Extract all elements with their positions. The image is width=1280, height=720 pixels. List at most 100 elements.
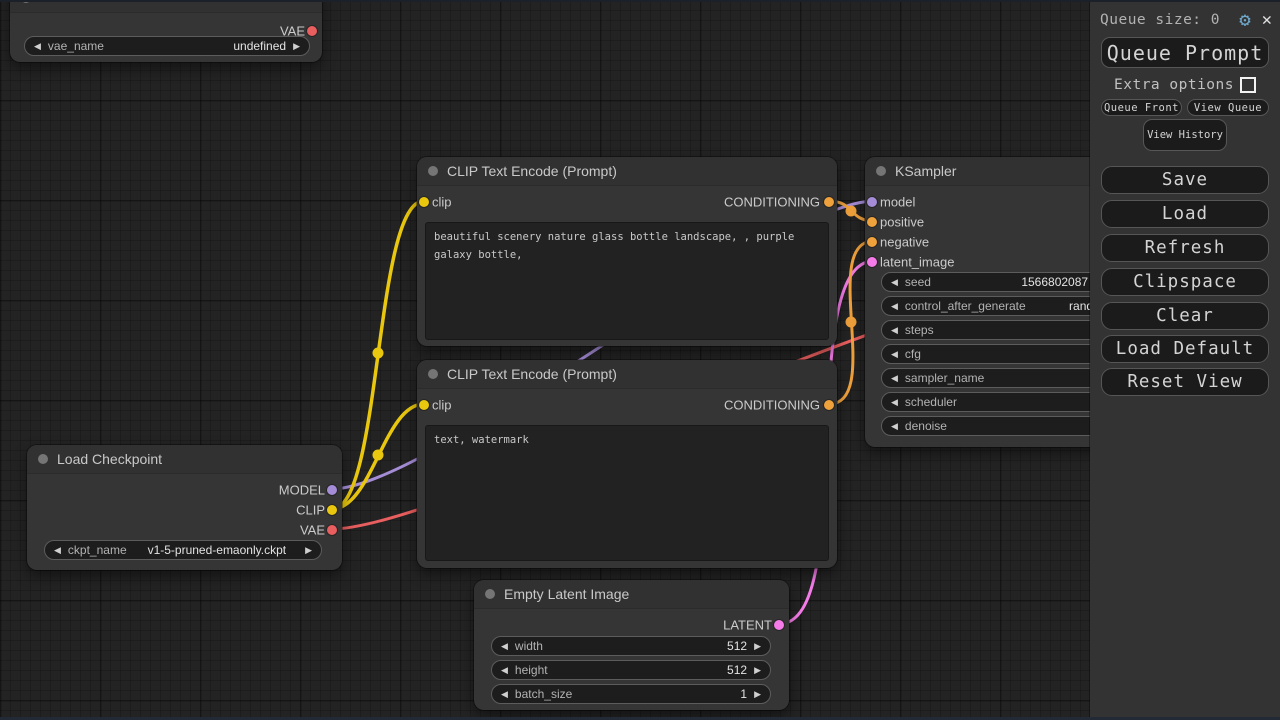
widget-value: 512 [727,639,747,653]
load-default-button[interactable]: Load Default [1101,335,1269,363]
node-header[interactable]: CLIP Text Encode (Prompt) [417,157,837,186]
input-slot-latent-image-icon[interactable] [867,257,877,267]
output-slot-vae-icon[interactable] [327,525,337,535]
queue-menu-panel: Queue size: 0 ⚙ ✕ Queue Prompt Extra opt… [1090,0,1280,720]
widget-label: cfg [905,347,921,361]
clear-button[interactable]: Clear [1101,302,1269,330]
reset-view-button[interactable]: Reset View [1101,368,1269,396]
increment-arrow-icon[interactable]: ▶ [754,666,761,675]
prompt-textarea[interactable]: beautiful scenery nature glass bottle la… [425,222,829,340]
node-title: Load Checkpoint [57,451,162,467]
view-history-button[interactable]: View History [1143,119,1227,151]
decrement-arrow-icon[interactable]: ◀ [891,326,898,335]
widget-label: denoise [905,419,947,433]
node-load-vae[interactable]: VAE ◀ vae_name undefined ▶ [10,0,322,62]
output-slot-conditioning-icon[interactable] [824,197,834,207]
input-slot-label: model [880,195,915,210]
node-title: Empty Latent Image [504,586,629,602]
collapse-dot-icon[interactable] [428,369,438,379]
output-slot-label: CLIP [296,503,325,518]
widget-label: steps [905,323,934,337]
output-slot-model-icon[interactable] [327,485,337,495]
output-slot-clip-icon[interactable] [327,505,337,515]
decrement-arrow-icon[interactable]: ◀ [891,278,898,287]
increment-arrow-icon[interactable]: ▶ [293,42,300,51]
node-header[interactable]: CLIP Text Encode (Prompt) [417,360,837,389]
settings-gear-icon[interactable]: ⚙ [1239,11,1250,30]
decrement-arrow-icon[interactable]: ◀ [891,398,898,407]
node-title: CLIP Text Encode (Prompt) [447,163,617,179]
widget-value: 512 [727,663,747,677]
node-empty-latent-image[interactable]: Empty Latent Image LATENT ◀ width 512 ▶ … [474,580,789,710]
queue-size-label: Queue size: 0 [1100,12,1220,28]
extra-options-label: Extra options [1114,77,1234,93]
node-clip-text-encode-positive[interactable]: CLIP Text Encode (Prompt) clip CONDITION… [417,157,837,346]
prompt-textarea[interactable]: text, watermark [425,425,829,561]
decrement-arrow-icon[interactable]: ◀ [34,42,41,51]
decrement-arrow-icon[interactable]: ◀ [891,422,898,431]
decrement-arrow-icon[interactable]: ◀ [891,350,898,359]
increment-arrow-icon[interactable]: ▶ [305,546,312,555]
queue-prompt-button[interactable]: Queue Prompt [1101,37,1269,68]
decrement-arrow-icon[interactable]: ◀ [501,690,508,699]
widget-value: 1 [740,687,747,701]
output-slot-label: MODEL [279,483,325,498]
queue-size-value: 0 [1211,12,1220,28]
load-button[interactable]: Load [1101,200,1269,228]
batch-size-widget[interactable]: ◀ batch_size 1 ▶ [491,684,771,704]
input-slot-positive-icon[interactable] [867,217,877,227]
widget-label: sampler_name [905,371,984,385]
comfyui-app: VAE ◀ vae_name undefined ▶ CLIP Text Enc… [0,0,1280,720]
decrement-arrow-icon[interactable]: ◀ [891,374,898,383]
decrement-arrow-icon[interactable]: ◀ [501,666,508,675]
node-header[interactable]: Empty Latent Image [474,580,789,609]
increment-arrow-icon[interactable]: ▶ [754,642,761,651]
input-slot-model-icon[interactable] [867,197,877,207]
top-edge-divider [0,0,1280,2]
refresh-button[interactable]: Refresh [1101,234,1269,262]
decrement-arrow-icon[interactable]: ◀ [501,642,508,651]
widget-label: scheduler [905,395,957,409]
input-slot-clip-icon[interactable] [419,197,429,207]
decrement-arrow-icon[interactable]: ◀ [891,302,898,311]
node-clip-text-encode-negative[interactable]: CLIP Text Encode (Prompt) clip CONDITION… [417,360,837,568]
collapse-dot-icon[interactable] [428,166,438,176]
input-slot-clip-icon[interactable] [419,400,429,410]
collapse-dot-icon[interactable] [485,589,495,599]
clipspace-button[interactable]: Clipspace [1101,268,1269,296]
node-title: CLIP Text Encode (Prompt) [447,366,617,382]
height-widget[interactable]: ◀ height 512 ▶ [491,660,771,680]
node-load-checkpoint[interactable]: Load Checkpoint MODEL CLIP VAE ◀ ckpt_na… [27,445,342,570]
widget-label: width [515,639,543,653]
collapse-dot-icon[interactable] [876,166,886,176]
output-slot-conditioning-icon[interactable] [824,400,834,410]
input-slot-label: clip [432,398,452,413]
input-slot-label: positive [880,215,924,230]
view-queue-button[interactable]: View Queue [1187,99,1269,116]
output-slot-latent-icon[interactable] [774,620,784,630]
width-widget[interactable]: ◀ width 512 ▶ [491,636,771,656]
widget-label: seed [905,275,931,289]
increment-arrow-icon[interactable]: ▶ [754,690,761,699]
widget-label: height [515,663,548,677]
output-slot-label: VAE [300,523,325,538]
collapse-dot-icon[interactable] [38,454,48,464]
input-slot-label: latent_image [880,255,954,270]
widget-value: v1-5-pruned-emaonly.ckpt [148,543,287,557]
decrement-arrow-icon[interactable]: ◀ [54,546,61,555]
close-icon[interactable]: ✕ [1262,12,1272,29]
input-slot-negative-icon[interactable] [867,237,877,247]
ckpt-name-widget[interactable]: ◀ ckpt_name v1-5-pruned-emaonly.ckpt ▶ [44,540,322,560]
widget-label: ckpt_name [68,543,127,557]
input-slot-label: negative [880,235,929,250]
widget-label: control_after_generate [905,299,1026,313]
vae-name-widget[interactable]: ◀ vae_name undefined ▶ [24,36,310,56]
output-slot-vae-icon[interactable] [307,26,317,36]
widget-label: vae_name [48,39,104,53]
input-slot-label: clip [432,195,452,210]
extra-options-checkbox[interactable] [1240,77,1256,93]
queue-front-button[interactable]: Queue Front [1101,99,1182,116]
node-header[interactable]: Load Checkpoint [27,445,342,474]
save-button[interactable]: Save [1101,166,1269,194]
output-slot-label: CONDITIONING [724,398,820,413]
